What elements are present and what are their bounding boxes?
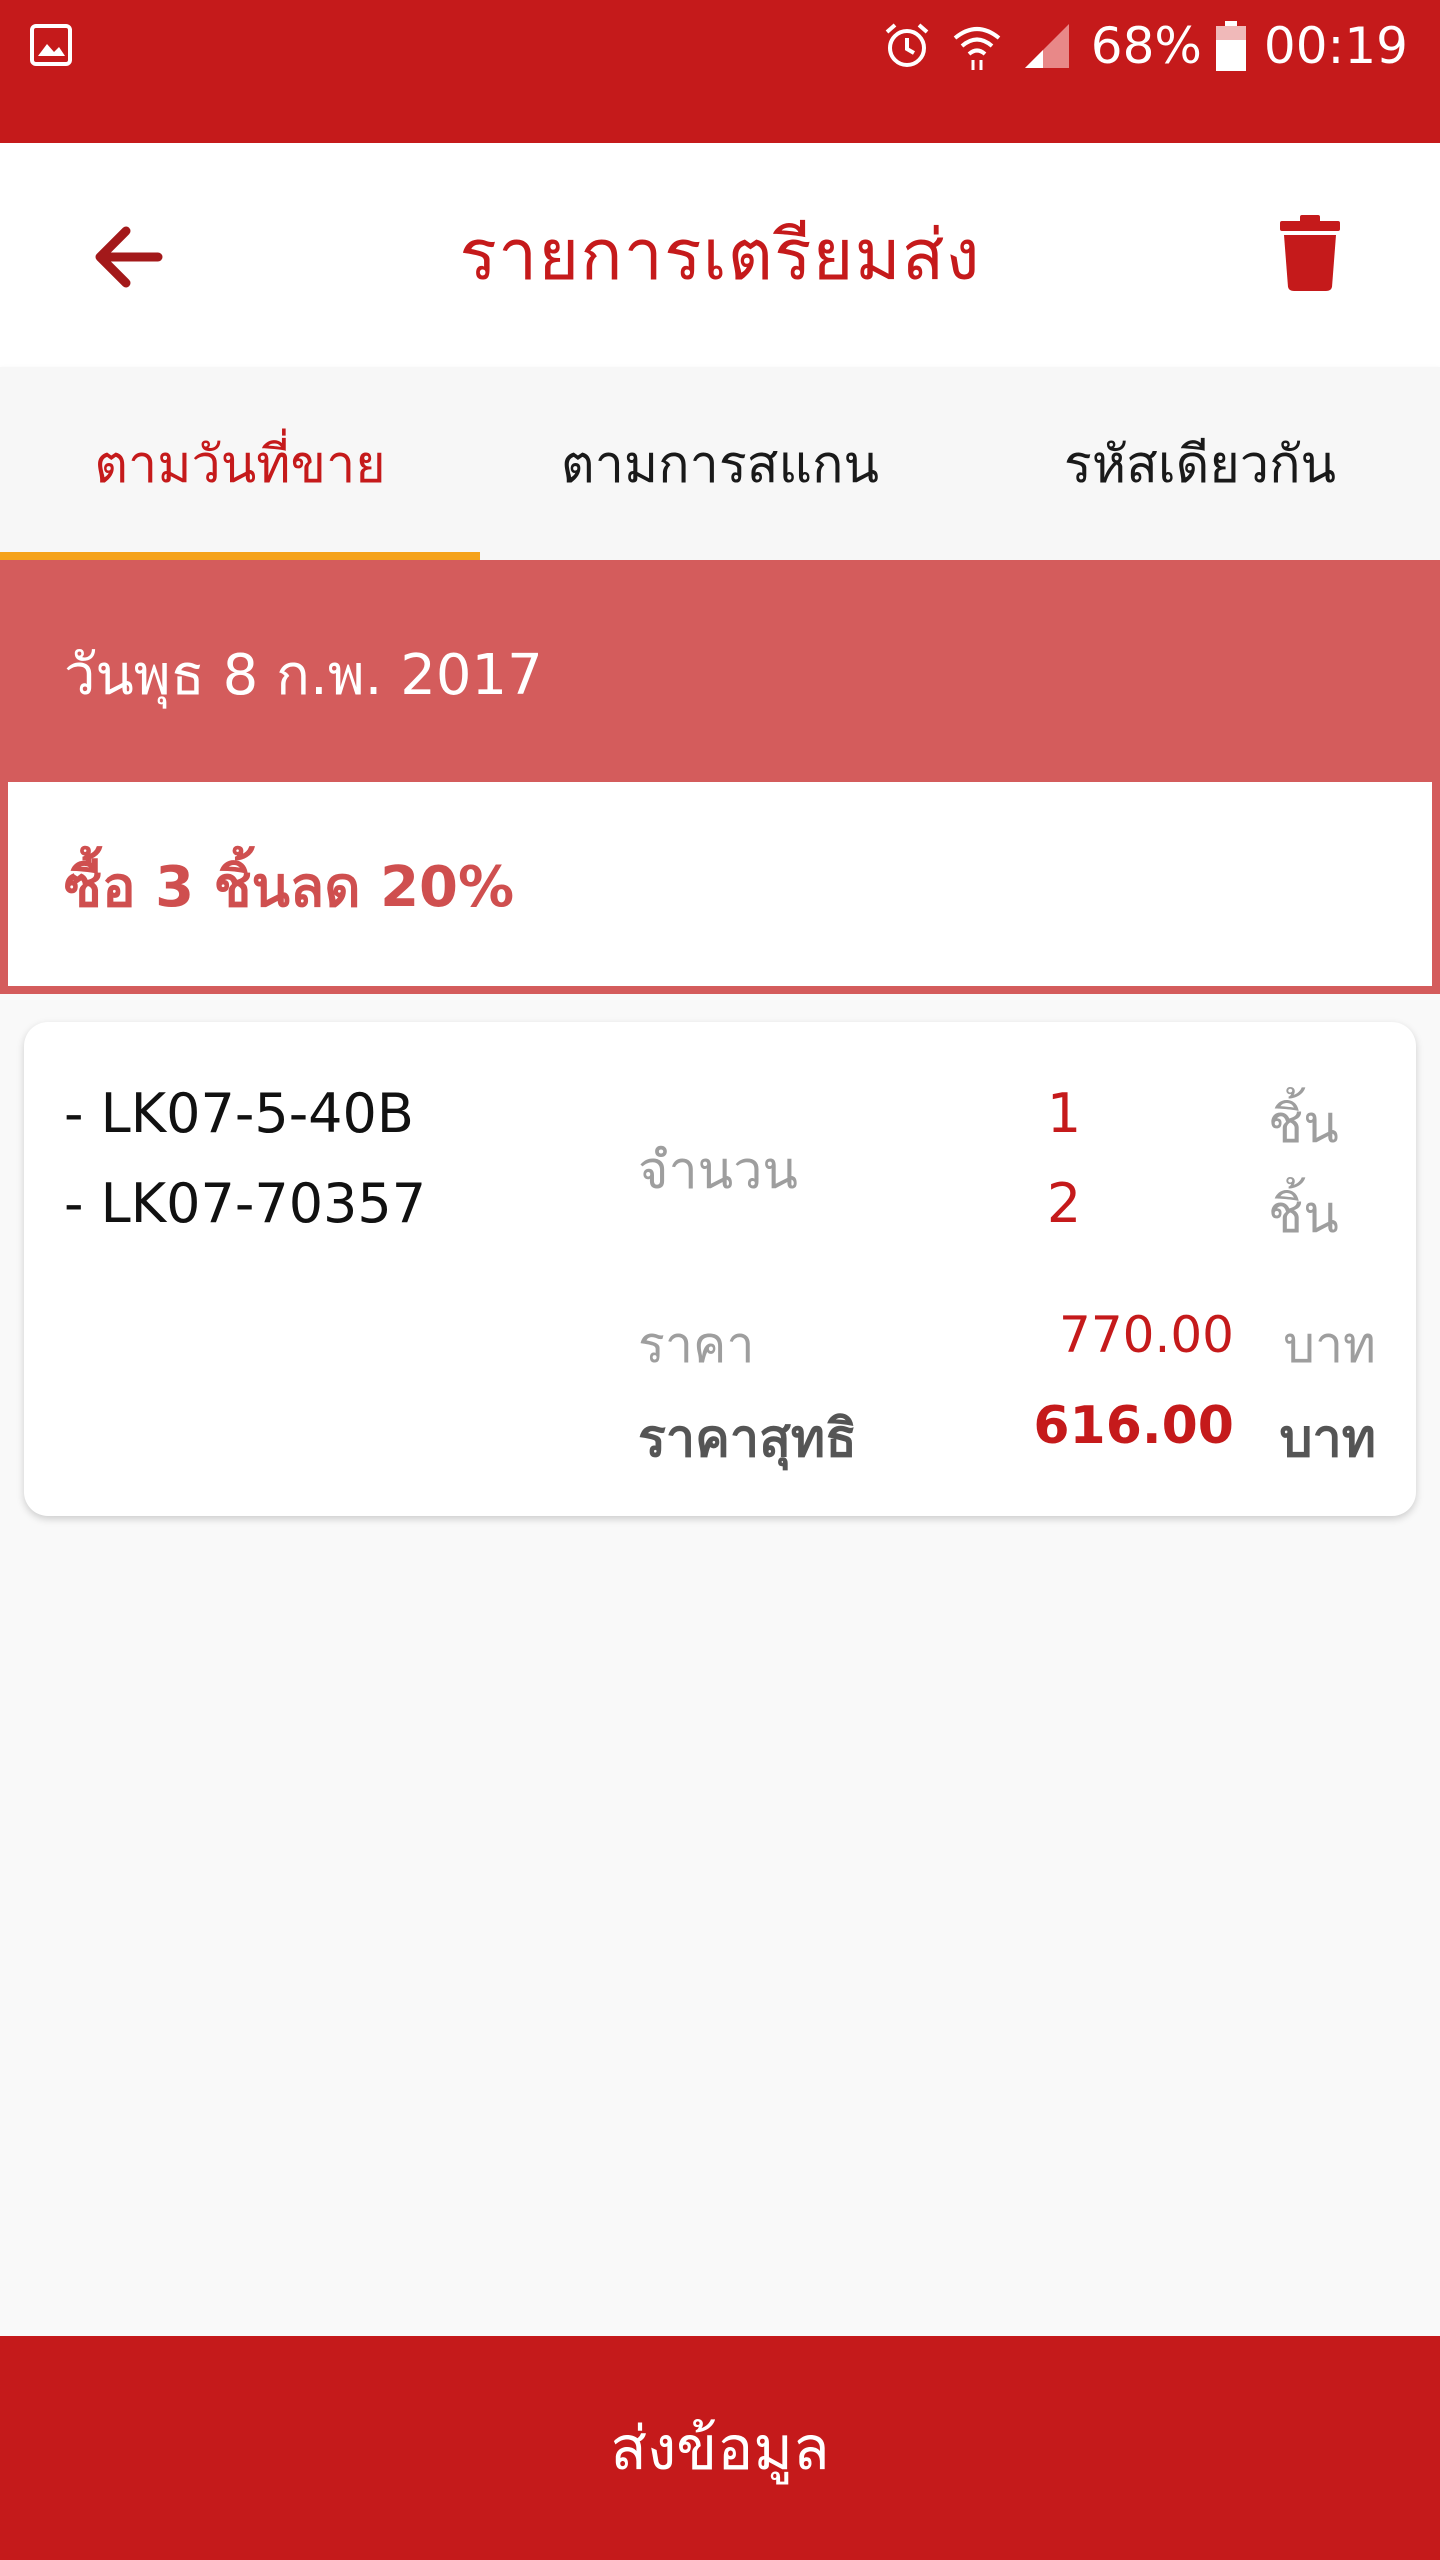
status-bar: 68% 00:19 xyxy=(0,0,1440,143)
date-group-header: วันพุธ 8 ก.พ. 2017 xyxy=(0,560,1440,786)
battery-icon xyxy=(1215,21,1246,71)
app-header: รายการเตรียมส่ง xyxy=(0,143,1440,367)
alarm-icon xyxy=(885,23,929,67)
item-code: - LK07-5-40B xyxy=(64,1082,414,1145)
price-label: ราคา xyxy=(638,1316,755,1374)
item-card[interactable]: - LK07-5-40B - LK07-70357 จำนวน 1 2 ชิ้น… xyxy=(24,1022,1416,1516)
battery-percent: 68% xyxy=(1090,17,1202,75)
net-price-unit: บาท xyxy=(1279,1409,1376,1469)
net-price-label: ราคาสุทธิ xyxy=(638,1409,857,1469)
quantity-unit: ชิ้น xyxy=(1268,1185,1339,1245)
wifi-icon xyxy=(953,27,1001,70)
tab-same-code[interactable]: รหัสเดียวกัน xyxy=(960,367,1440,560)
item-code: - LK07-70357 xyxy=(64,1172,427,1235)
submit-button[interactable]: ส่งข้อมูล xyxy=(0,2336,1440,2560)
clock: 00:19 xyxy=(1263,17,1408,75)
tab-by-scan[interactable]: ตามการสแกน xyxy=(480,367,960,560)
status-icons: 68% 00:19 xyxy=(881,12,1408,80)
price-unit: บาท xyxy=(1283,1316,1376,1374)
trash-icon xyxy=(1280,215,1340,291)
signal-icon xyxy=(1024,24,1069,68)
tab-bar: ตามวันที่ขาย ตามการสแกน รหัสเดียวกัน xyxy=(0,367,1440,560)
gallery-icon xyxy=(30,24,72,66)
price-value: 770.00 xyxy=(1059,1306,1234,1364)
item-quantity: 1 xyxy=(1046,1082,1082,1145)
promotion-title: ซื้อ 3 ชิ้นลด 20% xyxy=(64,855,515,920)
quantity-unit: ชิ้น xyxy=(1268,1095,1339,1155)
net-price-value: 616.00 xyxy=(1033,1396,1234,1456)
item-quantity: 2 xyxy=(1046,1172,1082,1235)
quantity-label: จำนวน xyxy=(638,1141,798,1201)
date-label: วันพุธ 8 ก.พ. 2017 xyxy=(64,643,543,708)
page-title: รายการเตรียมส่ง xyxy=(459,214,981,296)
promotion-box[interactable]: ซื้อ 3 ชิ้นลด 20% xyxy=(0,782,1440,994)
delete-button[interactable] xyxy=(1260,203,1360,303)
tab-by-sale-date[interactable]: ตามวันที่ขาย xyxy=(0,367,480,560)
